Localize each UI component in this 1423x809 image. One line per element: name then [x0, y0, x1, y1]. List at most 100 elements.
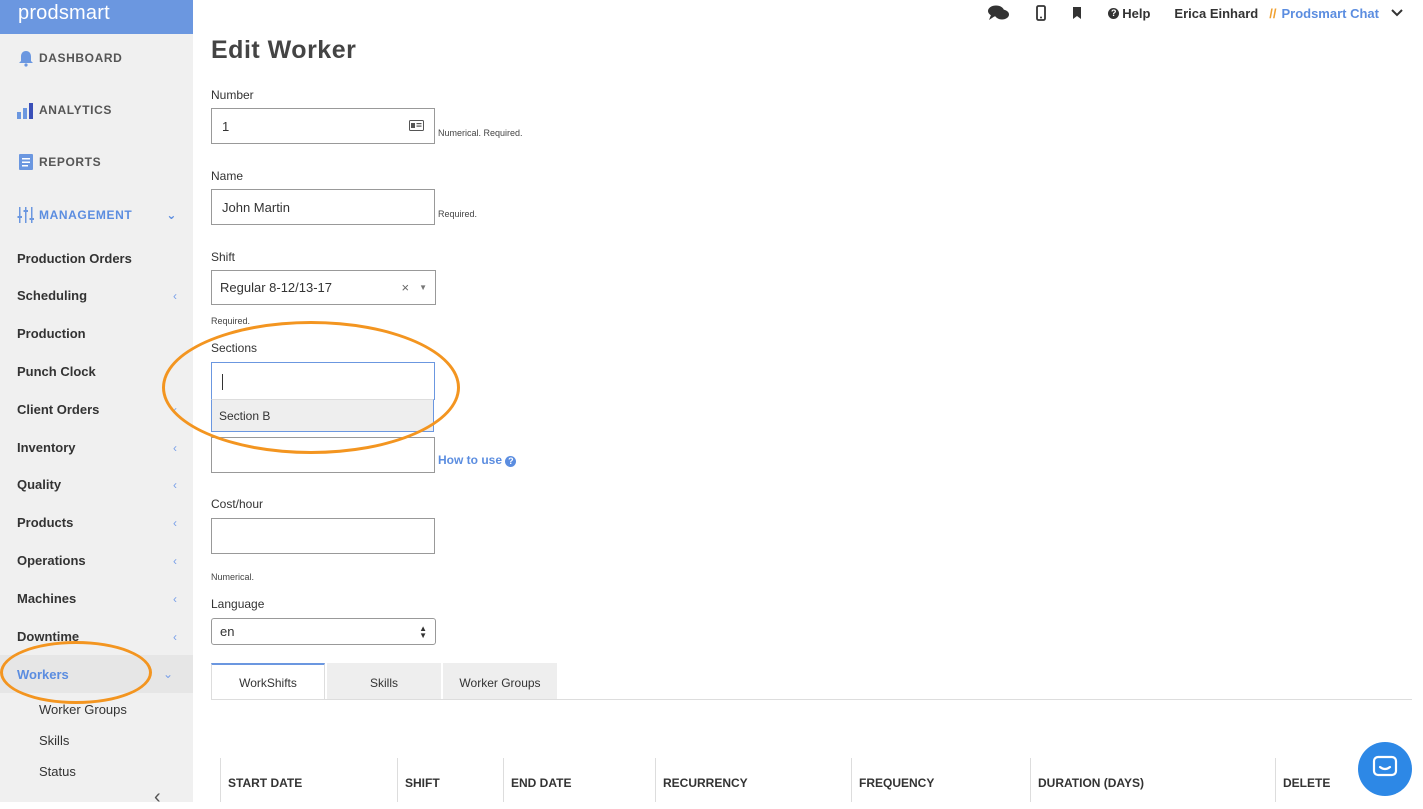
question-circle-icon: ?	[505, 455, 517, 467]
chevron-left-icon: ‹	[173, 288, 177, 303]
language-select[interactable]: en ▲ ▼	[211, 618, 436, 645]
chevron-left-icon: ‹	[173, 629, 177, 644]
workshifts-table-header: START DATE SHIFT END DATE RECURRENCY FRE…	[220, 758, 1355, 802]
cost-field[interactable]	[211, 518, 435, 554]
sidebar: prodsmart DASHBOARD ANALYTICS REPORTS MA…	[0, 0, 193, 808]
language-value: en	[220, 624, 235, 639]
chevron-left-icon: ‹	[173, 477, 177, 492]
chevron-down-icon[interactable]	[1391, 6, 1403, 20]
chevron-left-icon: ‹	[173, 553, 177, 568]
name-hint: Required.	[438, 209, 478, 219]
how-to-use-label: How to use	[438, 453, 503, 467]
col-start-date[interactable]: START DATE	[220, 758, 397, 802]
nav-analytics-label: ANALYTICS	[39, 103, 112, 117]
sliders-icon	[17, 206, 35, 224]
subnav-worker-groups[interactable]: Worker Groups	[39, 702, 127, 717]
nav-products[interactable]: Products ‹	[17, 515, 177, 530]
top-bar: ? Help Erica Einhard // Prodsmart Chat	[988, 4, 1423, 22]
nav-management-label: MANAGEMENT	[39, 208, 133, 222]
nav-quality[interactable]: Quality ‹	[17, 477, 177, 492]
nav-label: Products	[17, 515, 74, 530]
chevron-left-icon: ‹	[173, 402, 177, 417]
col-delete[interactable]: DELETE	[1275, 758, 1355, 802]
col-duration-days[interactable]: DURATION (DAYS)	[1030, 758, 1275, 802]
nav-label: Quality	[17, 477, 62, 492]
brand-logo[interactable]: prodsmart	[0, 0, 193, 34]
chevron-down-icon: ⌄	[162, 667, 173, 681]
chat-bubbles-icon[interactable]	[988, 5, 1010, 21]
nav-label: Operations	[17, 553, 86, 568]
col-shift[interactable]: SHIFT	[397, 758, 503, 802]
nav-reports-label: REPORTS	[39, 155, 102, 169]
bar-chart-icon	[17, 101, 35, 119]
nav-client-orders[interactable]: Client Orders ‹	[17, 402, 177, 417]
nav-reports[interactable]: REPORTS	[17, 153, 101, 171]
tab-skills[interactable]: Skills	[327, 663, 441, 700]
nav-analytics[interactable]: ANALYTICS	[17, 101, 112, 119]
number-label: Number	[211, 88, 254, 102]
chevron-down-icon: ⌄	[166, 208, 177, 222]
sections-secondary-field[interactable]	[211, 437, 435, 473]
id-card-icon	[409, 119, 424, 134]
chevron-left-icon: ‹	[173, 591, 177, 606]
sections-input[interactable]	[211, 362, 435, 400]
nav-punch-clock[interactable]: Punch Clock	[17, 364, 177, 379]
nav-label: Inventory	[17, 440, 76, 455]
number-field[interactable]: 1	[211, 108, 435, 144]
nav-production[interactable]: Production	[17, 326, 177, 341]
help-link[interactable]: ? Help	[1108, 6, 1150, 21]
sections-label: Sections	[211, 341, 258, 355]
name-value: John Martin	[222, 199, 290, 215]
nav-label: Punch Clock	[17, 364, 96, 379]
nav-production-orders[interactable]: Production Orders	[17, 251, 177, 266]
subnav-status[interactable]: Status	[39, 764, 76, 779]
nav-dashboard-label: DASHBOARD	[39, 51, 123, 65]
nav-label: Production	[17, 326, 86, 341]
mobile-icon[interactable]	[1036, 5, 1047, 21]
number-value: 1	[222, 118, 230, 134]
shift-label: Shift	[211, 250, 236, 264]
caret-down-icon: ▼	[419, 283, 427, 292]
prodsmart-chat-link[interactable]: Prodsmart Chat	[1281, 6, 1379, 21]
text-cursor	[222, 373, 223, 390]
collapse-sidebar-icon[interactable]: ‹	[154, 786, 161, 809]
col-recurrency[interactable]: RECURRENCY	[655, 758, 851, 802]
nav-label: Client Orders	[17, 402, 100, 417]
name-field[interactable]: John Martin	[211, 189, 435, 225]
how-to-use-link[interactable]: How to use ?	[438, 453, 517, 467]
bell-icon	[17, 49, 35, 67]
nav-scheduling[interactable]: Scheduling ‹	[17, 288, 177, 303]
nav-machines[interactable]: Machines ‹	[17, 591, 177, 606]
bookmark-icon[interactable]	[1072, 6, 1082, 20]
tab-workshifts[interactable]: WorkShifts	[211, 663, 325, 700]
sections-option-section-b[interactable]: Section B	[211, 399, 434, 432]
chat-launcher-button[interactable]	[1358, 742, 1412, 796]
nav-label: Machines	[17, 591, 77, 606]
subnav-skills[interactable]: Skills	[39, 733, 69, 748]
help-label: Help	[1122, 5, 1151, 21]
cost-label: Cost/hour	[211, 497, 264, 511]
chevron-left-icon: ‹	[173, 515, 177, 530]
nav-label: Downtime	[17, 629, 80, 644]
nav-management[interactable]: MANAGEMENT ⌄	[17, 206, 177, 224]
user-name: Erica Einhard	[1174, 5, 1259, 21]
nav-label: Production Orders	[17, 251, 132, 266]
nav-downtime[interactable]: Downtime ‹	[17, 629, 177, 644]
name-label: Name	[211, 169, 244, 183]
shift-hint: Required.	[211, 316, 251, 326]
clear-icon[interactable]: ×	[401, 280, 409, 295]
nav-operations[interactable]: Operations ‹	[17, 553, 177, 568]
separator: //	[1269, 5, 1277, 21]
nav-workers[interactable]: Workers ⌄	[0, 655, 193, 693]
shift-select[interactable]: Regular 8-12/13-17 × ▼	[211, 270, 436, 305]
cost-hint: Numerical.	[211, 572, 255, 582]
page-title: Edit Worker	[211, 36, 357, 64]
col-frequency[interactable]: FREQUENCY	[851, 758, 1030, 802]
nav-inventory[interactable]: Inventory ‹	[17, 440, 177, 455]
nav-dashboard[interactable]: DASHBOARD	[17, 49, 122, 67]
tab-worker-groups[interactable]: Worker Groups	[443, 663, 557, 700]
col-end-date[interactable]: END DATE	[503, 758, 655, 802]
worker-tabs: WorkShifts Skills Worker Groups	[211, 663, 559, 700]
chevron-left-icon: ‹	[173, 440, 177, 455]
question-circle-icon: ?	[1108, 7, 1120, 19]
